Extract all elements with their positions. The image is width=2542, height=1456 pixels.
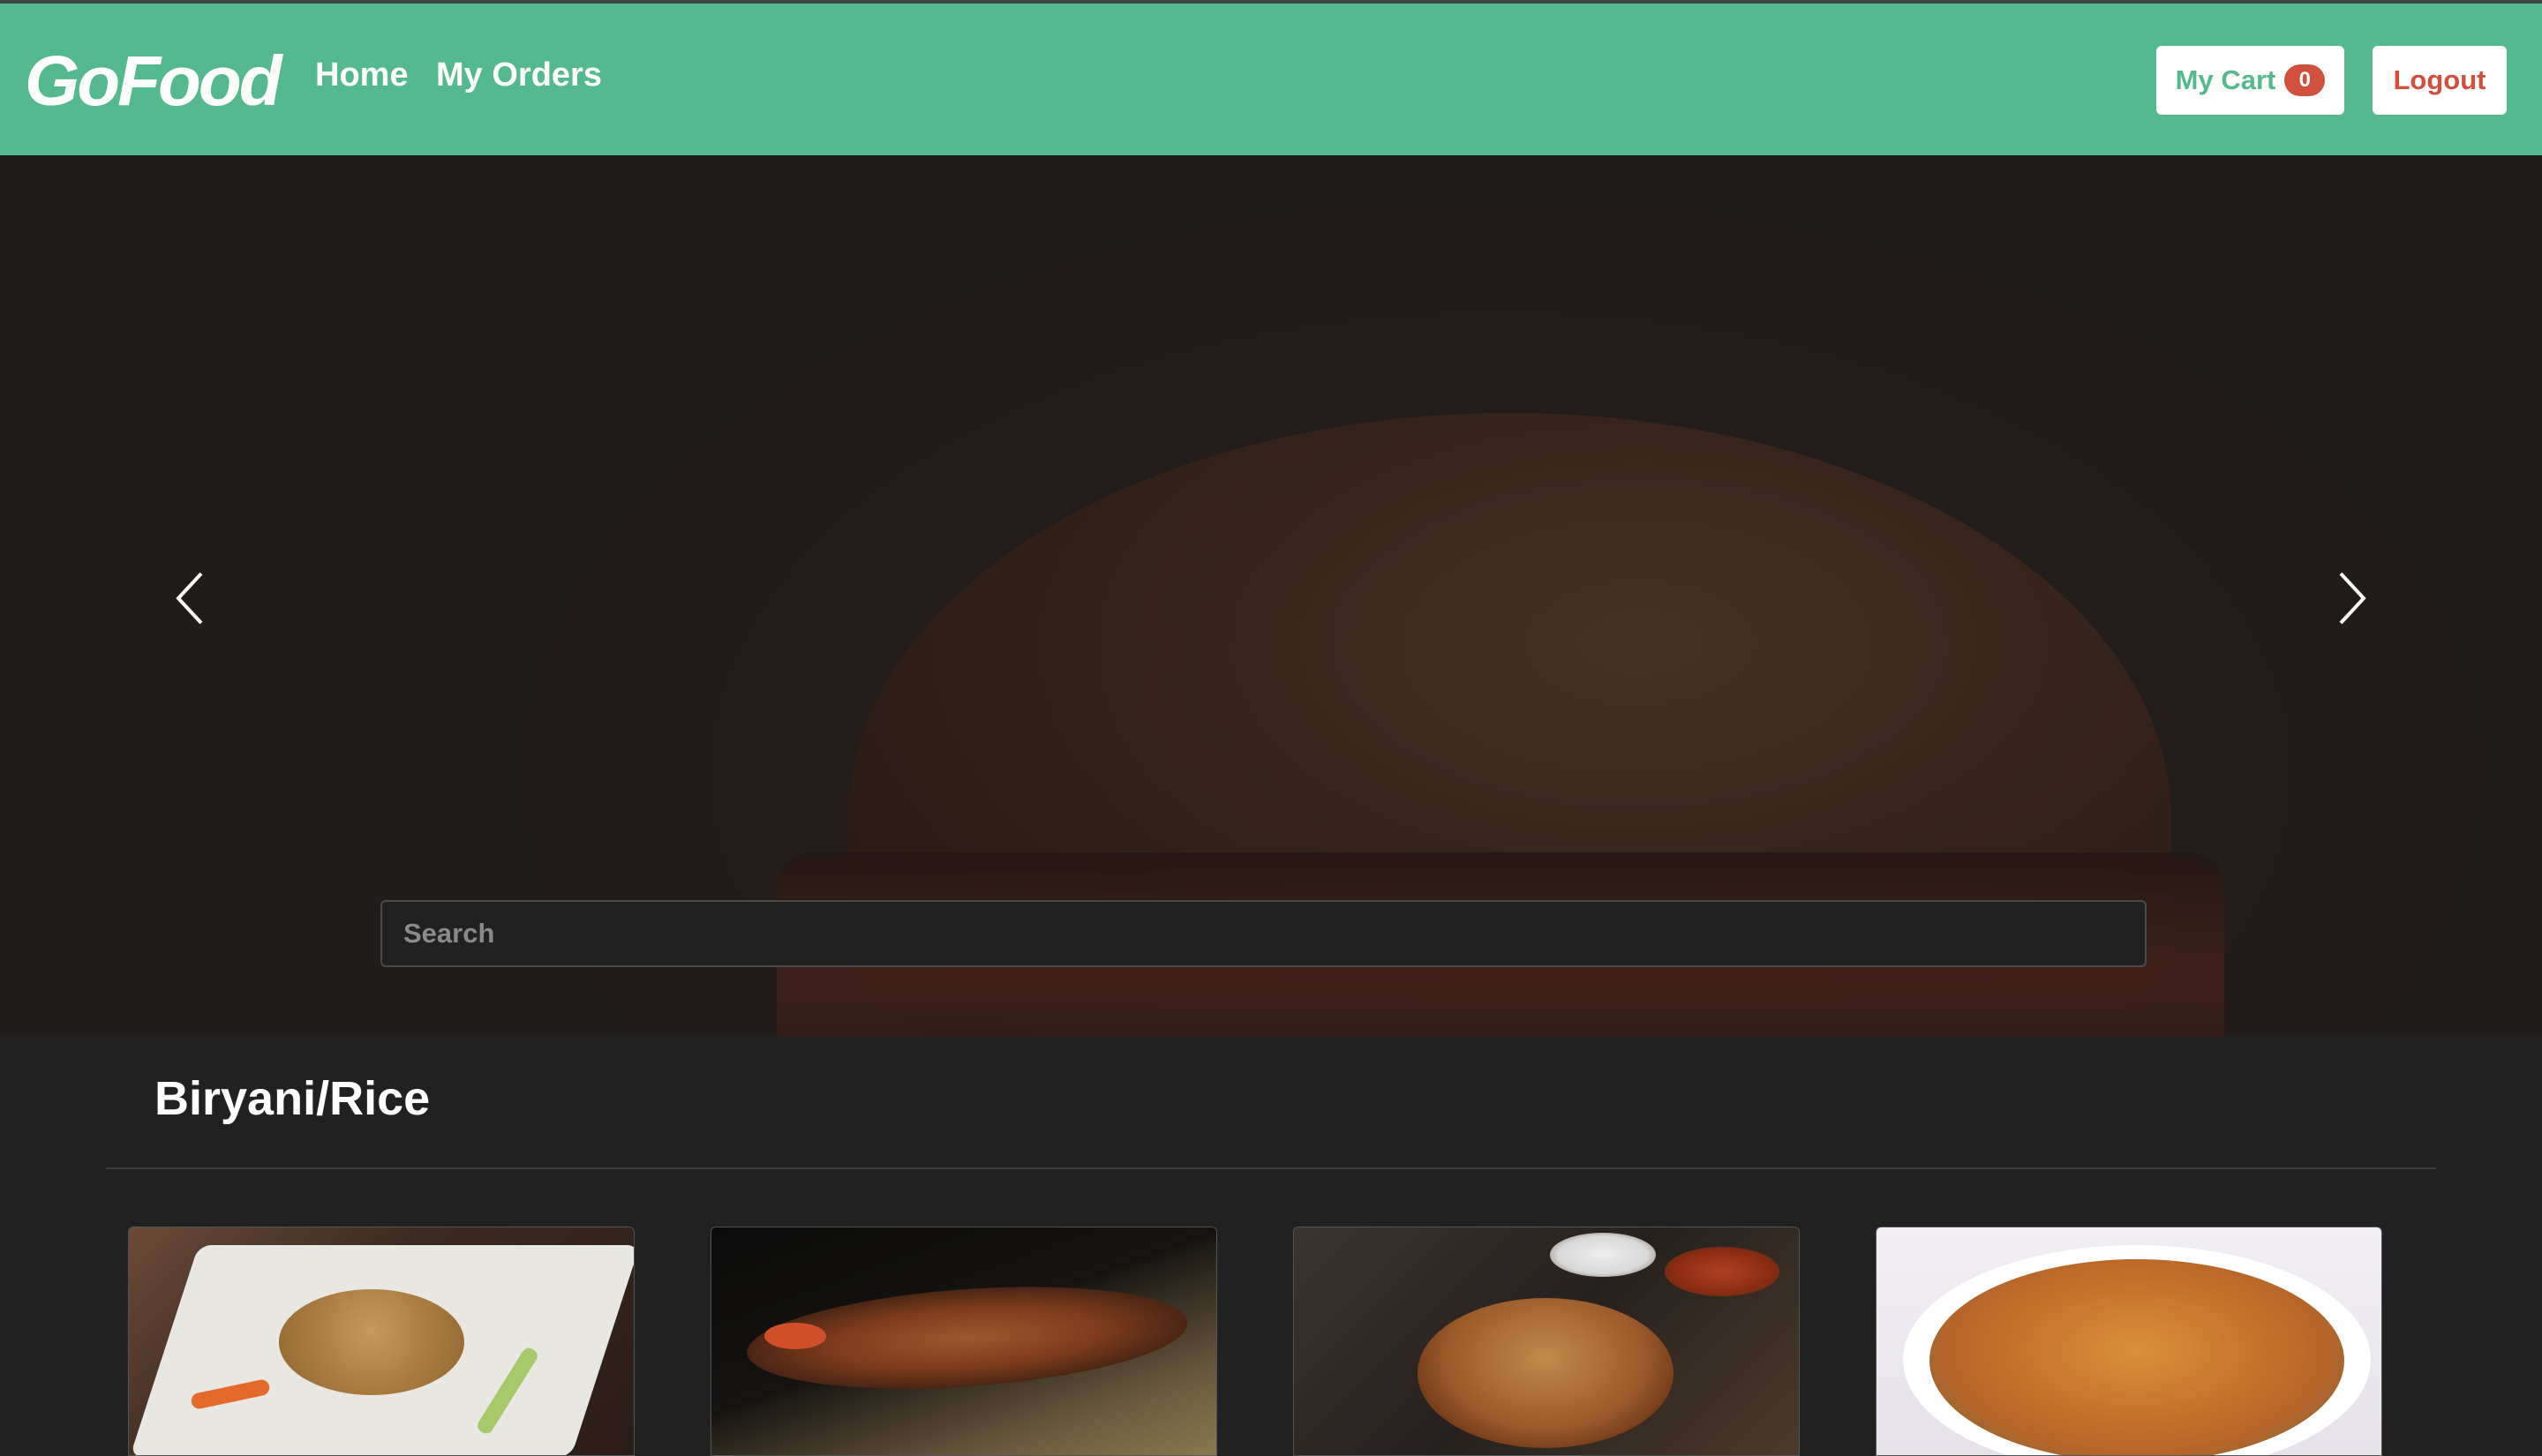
carousel-prev-button[interactable]: [164, 563, 217, 634]
nav-link-my-orders[interactable]: My Orders: [436, 53, 602, 97]
food-card[interactable]: [1876, 1227, 2382, 1456]
food-image: [711, 1227, 1216, 1455]
nav-link-home[interactable]: Home: [315, 53, 409, 97]
chevron-right-icon: [2339, 572, 2366, 625]
food-card[interactable]: [128, 1227, 635, 1456]
logout-button[interactable]: Logout: [2373, 46, 2507, 115]
carousel-next-button[interactable]: [2325, 563, 2378, 634]
category-title: Biryani/Rice: [154, 1072, 431, 1125]
food-image: [1294, 1227, 1799, 1455]
navbar: GoFood Home My Orders My Cart 0 Logout: [0, 4, 2542, 155]
category-divider: [106, 1167, 2436, 1169]
brand-logo[interactable]: GoFood: [25, 37, 282, 125]
food-image: [1876, 1227, 2381, 1455]
chevron-left-icon: [176, 572, 203, 625]
food-card[interactable]: [711, 1227, 1217, 1456]
food-card[interactable]: [1293, 1227, 1800, 1456]
hero-carousel: [0, 155, 2542, 1037]
cart-count-badge: 0: [2284, 64, 2326, 96]
search-input[interactable]: [380, 900, 2147, 967]
food-image: [129, 1227, 634, 1455]
my-cart-button[interactable]: My Cart 0: [2156, 46, 2344, 115]
my-cart-label: My Cart: [2175, 64, 2276, 95]
